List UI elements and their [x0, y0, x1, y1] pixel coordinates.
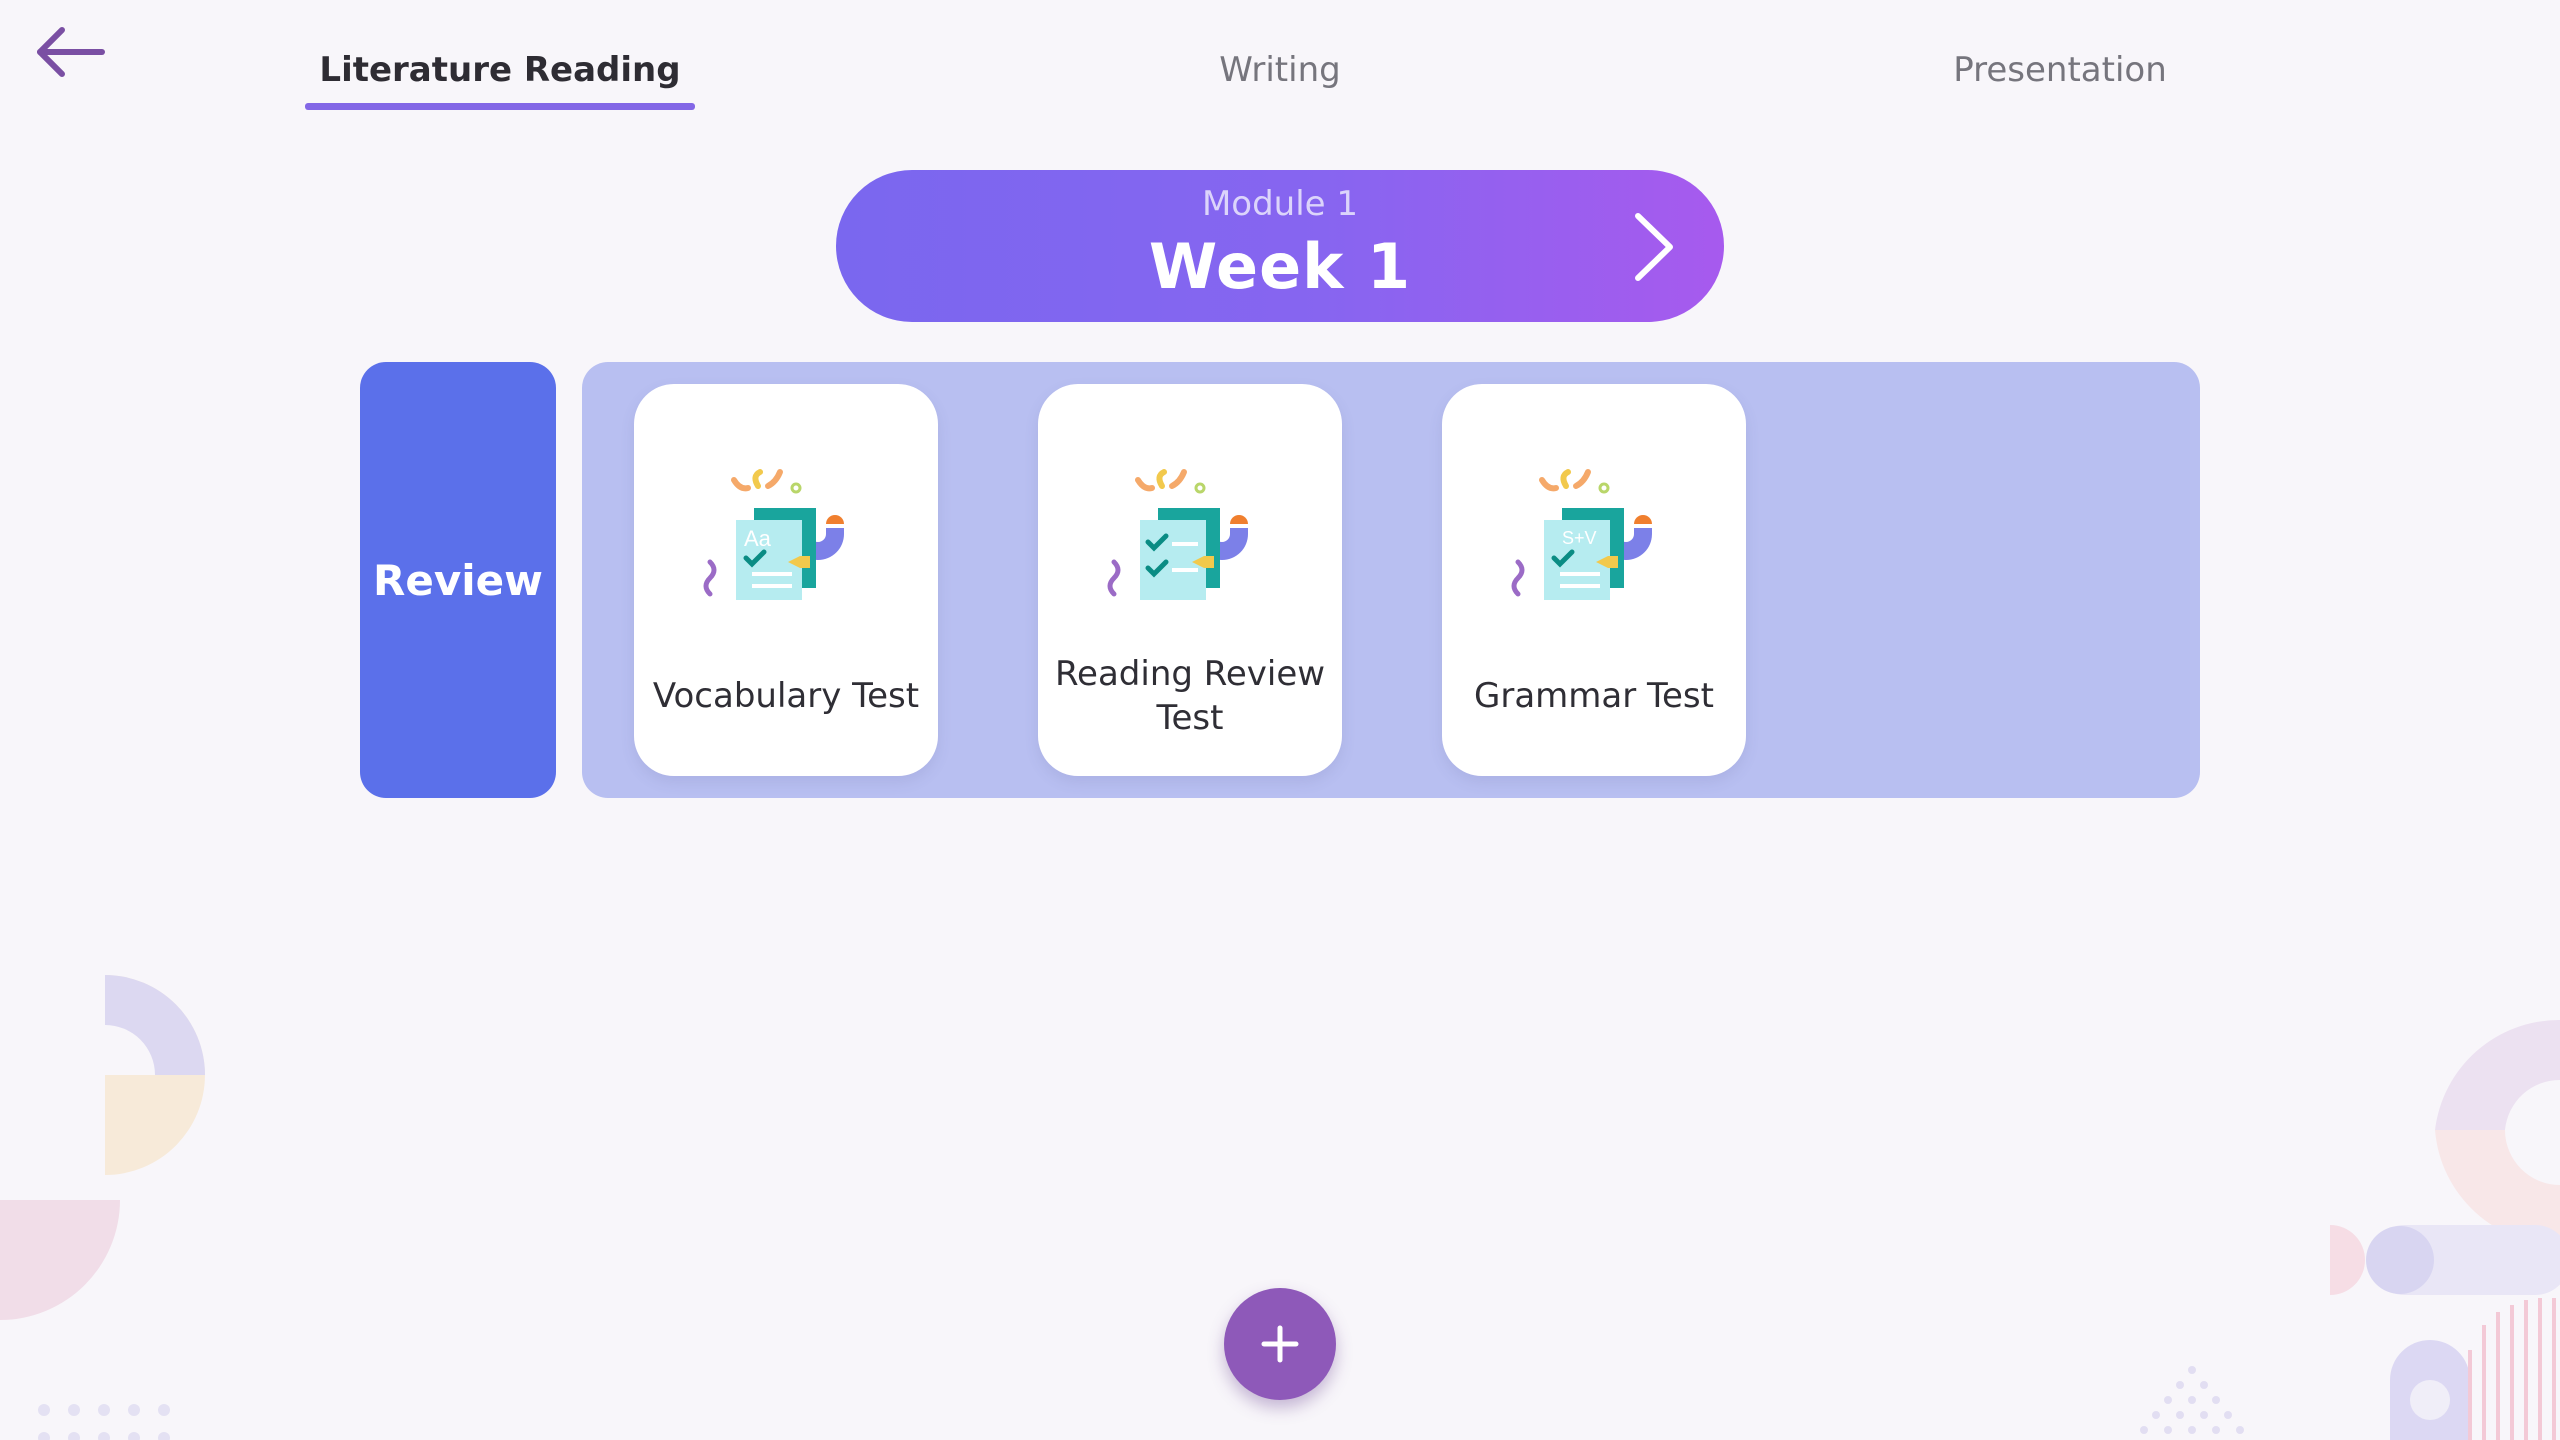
card-title: Reading Review Test	[1054, 654, 1326, 738]
week-label: Week 1	[1148, 230, 1412, 303]
card-icon-text: S+V	[1562, 528, 1597, 548]
page: Literature Reading Writing Presentation …	[0, 0, 2560, 1440]
reading-review-test-icon	[1107, 469, 1248, 600]
category-tabs: Literature Reading Writing Presentation	[0, 0, 2560, 120]
tab-label: Writing	[1219, 50, 1341, 90]
activity-cards-panel: Aa Vocabulary Test Reading Review Test S…	[582, 362, 2200, 798]
chevron-right-icon[interactable]	[1624, 210, 1684, 284]
module-week-banner[interactable]: Module 1 Week 1	[836, 170, 1724, 322]
module-label: Module 1	[1201, 184, 1359, 224]
tab-literature-reading[interactable]: Literature Reading	[305, 50, 695, 110]
card-vocabulary-test[interactable]: Aa Vocabulary Test	[634, 384, 938, 776]
section-label-review: Review	[360, 362, 556, 798]
card-grammar-test[interactable]: S+V Grammar Test	[1442, 384, 1746, 776]
card-icon-text: Aa	[744, 526, 772, 551]
tab-writing[interactable]: Writing	[1080, 50, 1480, 110]
tab-label: Presentation	[1953, 50, 2167, 90]
vocabulary-test-icon: Aa	[703, 469, 844, 600]
card-reading-review-test[interactable]: Reading Review Test	[1038, 384, 1342, 776]
decorative-shapes-left	[0, 975, 205, 1440]
add-button[interactable]	[1224, 1288, 1336, 1400]
decorative-shapes-right	[2140, 1019, 2560, 1440]
plus-icon	[1261, 1325, 1299, 1363]
section-label-text: Review	[373, 555, 543, 605]
card-title: Vocabulary Test	[652, 676, 920, 716]
active-tab-indicator	[305, 103, 695, 110]
card-title: Grammar Test	[1474, 676, 1714, 716]
tab-label: Literature Reading	[319, 50, 681, 90]
grammar-test-icon: S+V	[1511, 469, 1652, 600]
tab-presentation[interactable]: Presentation	[1860, 50, 2260, 110]
